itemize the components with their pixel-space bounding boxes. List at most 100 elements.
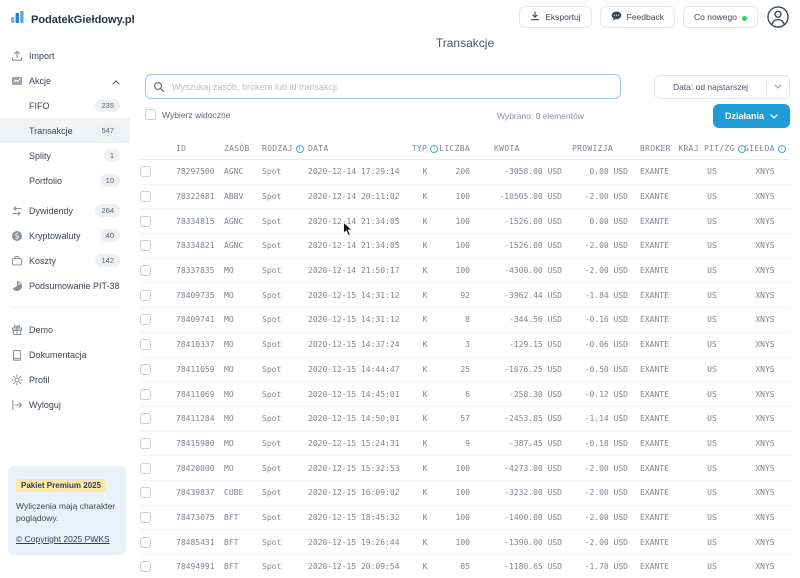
cell-kraj: US [684,217,740,226]
column-header-typ: TYP [408,144,442,153]
cell-typ: K [408,291,442,300]
cell-data: 2020-12-15 19:26:44 [296,538,408,547]
cell-kwota: -1526.00 USD [482,241,570,250]
sidebar-item-label: Import [29,51,55,61]
cell-zasob: MO [212,266,250,275]
row-checkbox[interactable] [140,240,151,251]
cell-zasob: MO [212,439,250,448]
sidebar-item-dywidendy[interactable]: Dywidendy 264 [0,198,130,223]
cell-kwota: -1076.25 USD [482,365,570,374]
sidebar-item-kryptowaluty[interactable]: $ Kryptowaluty 40 [0,223,130,248]
cell-kraj: US [684,315,740,324]
row-checkbox[interactable] [140,166,151,177]
cell-id: 78334815 [164,217,212,226]
select-visible-checkbox[interactable] [145,109,156,120]
brand-name: PodatekGiełdowy.pl [31,14,135,26]
cell-kwota: -10505.00 USD [482,192,570,201]
copyright-link[interactable]: © Copyright 2025 PWKS [16,534,110,544]
cell-zasob: ABBV [212,192,250,201]
row-checkbox[interactable] [140,537,151,548]
row-checkbox[interactable] [140,290,151,301]
cell-prowizja: -1.84 USD [570,291,634,300]
row-checkbox[interactable] [140,413,151,424]
actions-button[interactable]: Działania [713,104,790,128]
search-box [145,74,621,99]
cell-rodzaj: Spot [250,266,296,275]
row-checkbox[interactable] [140,191,151,202]
sidebar-item-label: Splity [29,151,51,161]
table-row: 78411069 MO Spot 2020-12-15 14:45:01 K 6… [140,382,790,407]
cell-id: 78409735 [164,291,212,300]
count-badge: 264 [95,204,120,217]
cell-id: 78439837 [164,488,212,497]
cell-liczba: 100 [442,513,482,522]
sidebar-item-wyloguj[interactable]: Wyloguj [0,392,130,417]
sidebar-item-koszty[interactable]: Koszty 142 [0,248,130,273]
cell-liczba: 8 [442,315,482,324]
cell-liczba: 3 [442,340,482,349]
cell-liczba: 100 [442,538,482,547]
cell-rodzaj: Spot [250,390,296,399]
info-icon[interactable] [778,145,786,153]
cell-kraj: US [684,192,740,201]
row-checkbox[interactable] [140,512,151,523]
row-checkbox[interactable] [140,561,151,572]
sidebar-item-demo[interactable]: Demo [0,317,130,342]
sidebar-item-dokumentacja[interactable]: Dokumentacja [0,342,130,367]
row-checkbox[interactable] [140,463,151,474]
row-checkbox[interactable] [140,364,151,375]
sidebar-item-splity[interactable]: Splity 1 [0,143,130,168]
cell-gielda: XNYS [740,241,790,250]
cell-typ: K [408,513,442,522]
info-icon[interactable] [430,145,438,153]
sidebar-item-transakcje[interactable]: Transakcje 547 [0,118,130,143]
cell-typ: K [408,340,442,349]
sidebar-item-portfolio[interactable]: Portfolio 10 [0,168,130,193]
cell-broker: EXANTE [634,488,684,497]
row-checkbox[interactable] [140,339,151,350]
cell-kraj: US [684,488,740,497]
cell-rodzaj: Spot [250,167,296,176]
sidebar-item-akcje[interactable]: Akcje [0,68,130,93]
sidebar-item-fifo[interactable]: FIFO 235 [0,93,130,118]
row-checkbox[interactable] [140,487,151,498]
cell-typ: K [408,414,442,423]
whats-new-button[interactable]: Co nowego [683,6,758,28]
cell-rodzaj: Spot [250,513,296,522]
cell-broker: EXANTE [634,562,684,571]
column-header-kraj: KRAJ PIT/ZG [684,144,740,153]
feedback-button[interactable]: Feedback [600,6,675,28]
cell-typ: K [408,192,442,201]
row-checkbox[interactable] [140,438,151,449]
select-visible-control[interactable]: Wybierz widoczne [145,109,230,120]
sidebar-item-label: Portfolio [29,176,62,186]
sidebar-item-podsumowanie-pit38[interactable]: Podsumowanie PIT-38 [0,273,130,298]
row-checkbox[interactable] [140,389,151,400]
row-checkbox[interactable] [140,265,151,276]
export-button[interactable]: Eksportuj [519,6,591,28]
search-input[interactable] [145,74,621,99]
cell-liczba: 100 [442,464,482,473]
cell-broker: EXANTE [634,340,684,349]
column-header-id: ID [164,144,212,153]
sort-dropdown[interactable]: Data: od najstarszej [654,75,790,99]
cell-data: 2020-12-14 21:34:05 [296,241,408,250]
cell-liczba: 57 [442,414,482,423]
cell-liczba: 25 [442,365,482,374]
sidebar-item-label: Profil [29,375,50,385]
cell-prowizja: -2.00 USD [570,464,634,473]
brand-logo[interactable]: PodatekGiełdowy.pl [0,0,130,29]
cell-liczba: 200 [442,167,482,176]
table-row: 78409741 MO Spot 2020-12-15 14:31:12 K 8… [140,308,790,333]
cell-id: 78337835 [164,266,212,275]
cell-kraj: US [684,291,740,300]
count-badge: 142 [95,254,120,267]
row-checkbox[interactable] [140,216,151,227]
table-row: 78411284 MO Spot 2020-12-15 14:50:01 K 5… [140,407,790,432]
sidebar-item-import[interactable]: Import [0,43,130,68]
row-checkbox[interactable] [140,314,151,325]
cell-zasob: BFT [212,538,250,547]
count-badge: 235 [95,99,120,112]
sidebar-item-profil[interactable]: Profil [0,367,130,392]
user-avatar[interactable] [766,5,790,29]
